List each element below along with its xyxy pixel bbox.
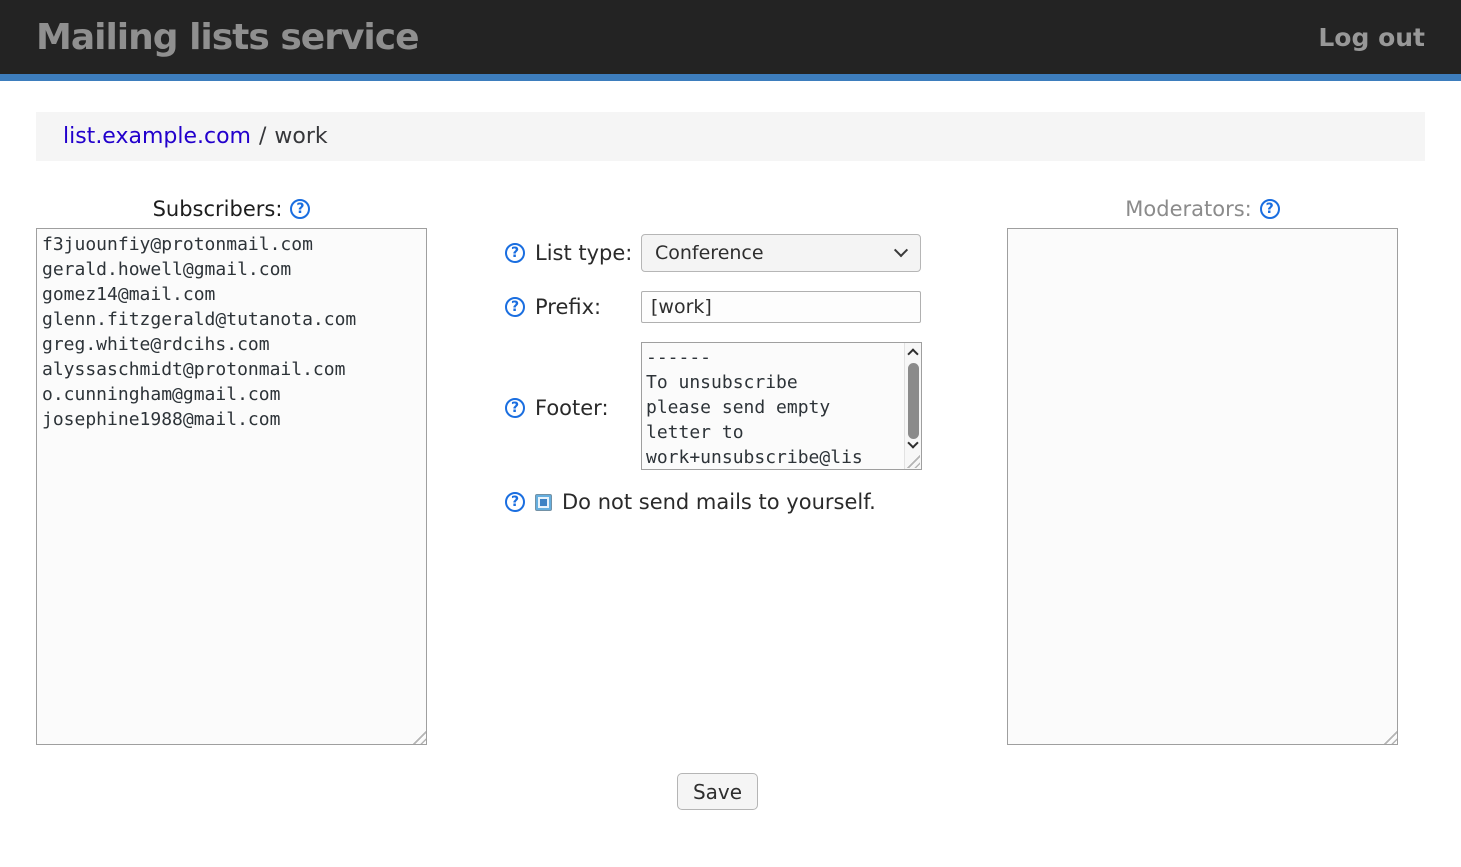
no-self-mail-checkbox[interactable] [535,494,552,511]
subscribers-label: Subscribers: [153,197,283,221]
moderators-header: Moderators: ? [1007,196,1398,222]
prefix-help-icon[interactable]: ? [505,297,525,317]
footer-row: ? Footer: [505,396,609,420]
no-self-mail-label: Do not send mails to yourself. [562,490,876,514]
no-self-mail-row: ? Do not send mails to yourself. [505,491,876,513]
moderators-textarea[interactable] [1007,228,1398,745]
subscribers-field-wrap: f3juounfiy@protonmail.com gerald.howell@… [36,228,427,745]
moderators-label: Moderators: [1125,197,1251,221]
breadcrumb: list.example.com / work [36,112,1425,161]
subscribers-header: Subscribers: ? [36,196,427,222]
logout-link[interactable]: Log out [1318,23,1425,52]
no-self-mail-help-icon[interactable]: ? [505,492,525,512]
save-button[interactable]: Save [677,773,758,810]
list-type-help-icon[interactable]: ? [505,243,525,263]
moderators-field-wrap [1007,228,1398,745]
scroll-up-icon[interactable] [907,348,918,359]
subscribers-textarea[interactable]: f3juounfiy@protonmail.com gerald.howell@… [36,228,427,745]
breadcrumb-separator: / [259,124,266,149]
list-type-label: List type: [535,241,632,265]
prefix-row: ? Prefix: [505,291,601,323]
breadcrumb-domain-link[interactable]: list.example.com [63,124,251,149]
page: Mailing lists service Log out list.examp… [0,0,1461,867]
subscribers-help-icon[interactable]: ? [290,199,310,219]
app-title: Mailing lists service [36,17,419,58]
scroll-down-icon[interactable] [907,437,918,448]
footer-scrollbar[interactable] [904,343,921,469]
scrollbar-thumb[interactable] [908,363,919,439]
footer-textarea[interactable]: ------ To unsubscribe please send empty … [641,342,922,470]
moderators-help-icon[interactable]: ? [1260,199,1280,219]
breadcrumb-current: work [274,124,327,149]
prefix-label: Prefix: [535,295,601,319]
prefix-input[interactable] [641,291,921,323]
footer-help-icon[interactable]: ? [505,398,525,418]
app-header: Mailing lists service Log out [0,0,1461,81]
list-type-row: ? List type: [505,234,632,272]
footer-label: Footer: [535,396,609,420]
list-type-select[interactable]: Conference [641,234,921,272]
chevron-down-icon [894,243,908,257]
list-type-selected-value: Conference [655,242,764,264]
footer-textarea-content: ------ To unsubscribe please send empty … [642,343,903,469]
